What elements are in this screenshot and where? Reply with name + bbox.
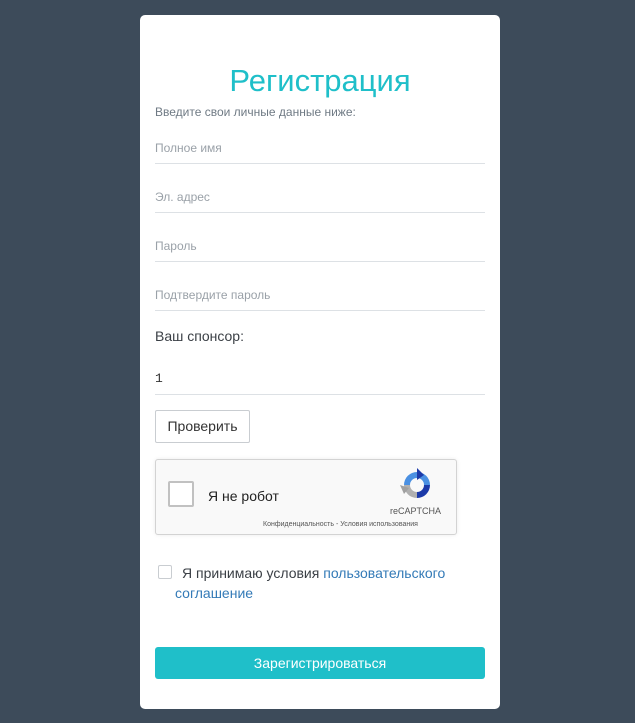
password-field[interactable]: [155, 231, 485, 262]
recaptcha-checkbox[interactable]: [168, 481, 194, 507]
confirm-password-field[interactable]: [155, 280, 485, 311]
register-button[interactable]: Зарегистрироваться: [155, 647, 485, 679]
recaptcha-logo-icon: [400, 468, 430, 498]
recaptcha-widget: Я не робот reCAPTCHA Конфиденциальность …: [155, 459, 457, 535]
terms-text-before: Я принимаю условия: [182, 565, 324, 581]
email-field[interactable]: [155, 182, 485, 213]
page-title: Регистрация: [229, 63, 411, 98]
terms-checkbox[interactable]: [158, 565, 172, 579]
full-name-field[interactable]: [155, 133, 485, 164]
sponsor-field[interactable]: 1: [155, 365, 485, 395]
sponsor-label: Ваш спонсор:: [155, 328, 244, 344]
recaptcha-brand: reCAPTCHA: [390, 506, 442, 516]
recaptcha-links[interactable]: Конфиденциальность - Условия использован…: [263, 521, 418, 528]
check-sponsor-button[interactable]: Проверить: [155, 410, 250, 443]
terms-text: Я принимаю условия пользовательского сог…: [175, 563, 465, 603]
recaptcha-label: Я не робот: [208, 488, 279, 504]
registration-card: Регистрация Введите свои личные данные н…: [140, 15, 500, 709]
form-subtitle: Введите свои личные данные ниже:: [155, 105, 356, 119]
